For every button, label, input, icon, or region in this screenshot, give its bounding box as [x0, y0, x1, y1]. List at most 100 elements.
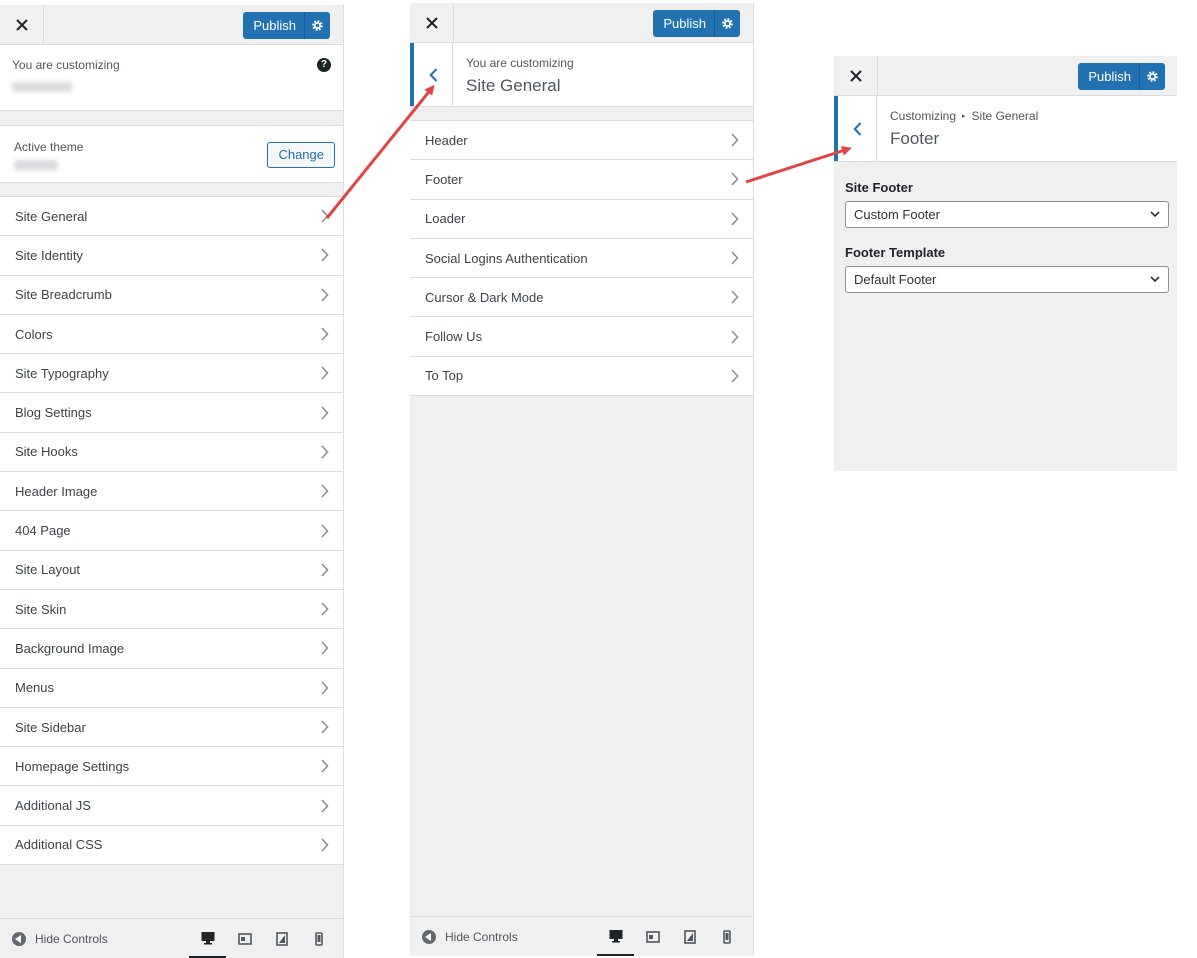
- menu-item-blog-settings[interactable]: Blog Settings: [0, 393, 343, 433]
- desktop-preview-button[interactable]: [597, 917, 634, 956]
- mobile-icon: [314, 932, 323, 946]
- close-customizer-button[interactable]: [0, 5, 44, 45]
- menu-item-site-identity[interactable]: Site Identity: [0, 236, 343, 276]
- top-bar: Publish: [0, 5, 343, 45]
- publish-settings-button[interactable]: [1139, 63, 1165, 90]
- bottom-bar: Hide Controls: [410, 916, 753, 956]
- menu-item-header[interactable]: Header: [410, 121, 753, 161]
- menu-item-header-image[interactable]: Header Image: [0, 472, 343, 512]
- tablet-portrait-preview-button[interactable]: [263, 919, 300, 958]
- menu-item-label: Site General: [15, 208, 88, 224]
- menu-item-additional-css[interactable]: Additional CSS: [0, 826, 343, 866]
- chevron-right-icon: [321, 838, 329, 852]
- menu-item-follow-us[interactable]: Follow Us: [410, 317, 753, 357]
- menu-item-label: Site Skin: [15, 601, 67, 617]
- chevron-right-icon: [321, 209, 329, 223]
- chevron-down-icon: [1150, 276, 1160, 283]
- menu-item-label: Social Logins Authentication: [425, 250, 588, 266]
- chevron-right-icon: [321, 484, 329, 498]
- footer-template-value: Default Footer: [854, 272, 937, 287]
- menu-item-site-general[interactable]: Site General: [0, 197, 343, 237]
- mobile-preview-button[interactable]: [708, 917, 745, 956]
- menu-item-label: Menus: [15, 680, 55, 696]
- top-bar: Publish: [410, 3, 753, 43]
- menu-item-background-image[interactable]: Background Image: [0, 629, 343, 669]
- mobile-preview-button[interactable]: [300, 919, 337, 958]
- arrow-to-footer: [745, 146, 852, 184]
- footer-controls: Site Footer Custom Footer Footer Templat…: [834, 162, 1177, 293]
- menu-item-site-sidebar[interactable]: Site Sidebar: [0, 708, 343, 748]
- hide-controls-label: Hide Controls: [445, 930, 518, 944]
- close-customizer-button[interactable]: [410, 3, 454, 43]
- menu-item-menus[interactable]: Menus: [0, 669, 343, 708]
- close-customizer-button[interactable]: [834, 56, 878, 96]
- menu-item-footer[interactable]: Footer: [410, 160, 753, 200]
- desktop-preview-button[interactable]: [189, 919, 226, 958]
- menu-item-label: Follow Us: [425, 329, 483, 345]
- menu-item-site-typography[interactable]: Site Typography: [0, 354, 343, 394]
- menu-item-label: Site Breadcrumb: [15, 287, 112, 303]
- footer-template-select[interactable]: Default Footer: [845, 266, 1169, 293]
- menu-item-loader[interactable]: Loader: [410, 200, 753, 239]
- change-theme-button[interactable]: Change: [267, 142, 335, 168]
- publish-settings-button[interactable]: [304, 12, 330, 39]
- menu-item-label: Site Sidebar: [15, 719, 86, 735]
- mobile-icon: [722, 930, 731, 944]
- menu-item-colors[interactable]: Colors: [0, 315, 343, 355]
- menu-item-homepage-settings[interactable]: Homepage Settings: [0, 747, 343, 787]
- gear-icon: [1147, 71, 1158, 82]
- customizing-info: You are customizing ?: [0, 45, 343, 111]
- publish-group: Publish: [1078, 63, 1165, 90]
- hide-controls-label: Hide Controls: [35, 932, 108, 946]
- breadcrumb: Customizing ▸ Site General: [890, 109, 1038, 123]
- chevron-right-icon: [731, 172, 739, 186]
- chevron-right-icon: [731, 369, 739, 383]
- footer-template-label: Footer Template: [845, 245, 946, 260]
- back-button[interactable]: [410, 43, 453, 106]
- menu-item-to-top[interactable]: To Top: [410, 357, 753, 397]
- menu-item-site-breadcrumb[interactable]: Site Breadcrumb: [0, 276, 343, 315]
- desktop-icon: [201, 931, 214, 944]
- site-footer-value: Custom Footer: [854, 207, 940, 222]
- tablet-portrait-preview-button[interactable]: [671, 917, 708, 956]
- top-bar: Publish: [834, 56, 1177, 96]
- site-footer-select[interactable]: Custom Footer: [845, 201, 1169, 228]
- menu-item-label: Header: [425, 132, 468, 148]
- menu-item-site-hooks[interactable]: Site Hooks: [0, 433, 343, 473]
- menu-item-label: Header Image: [15, 483, 98, 499]
- menu-item-label: Site Hooks: [15, 444, 78, 460]
- menu-item-cursor-and-dark-mode[interactable]: Cursor & Dark Mode: [410, 278, 753, 318]
- menu-item-additional-js[interactable]: Additional JS: [0, 786, 343, 826]
- menu-item-404-page[interactable]: 404 Page: [0, 511, 343, 551]
- menu-item-label: Background Image: [15, 640, 125, 656]
- customizing-label: You are customizing: [12, 58, 120, 72]
- back-button[interactable]: [834, 96, 877, 161]
- device-preview-switcher: [597, 917, 745, 956]
- menu-item-site-layout[interactable]: Site Layout: [0, 551, 343, 590]
- menu-item-label: Blog Settings: [15, 405, 92, 421]
- customizing-label: You are customizing: [466, 56, 574, 70]
- chevron-right-icon: [321, 288, 329, 302]
- publish-settings-button[interactable]: [714, 10, 740, 37]
- tablet-landscape-preview-button[interactable]: [226, 919, 263, 958]
- help-icon[interactable]: ?: [317, 58, 331, 72]
- hide-controls-button[interactable]: Hide Controls: [12, 932, 108, 946]
- chevron-left-icon: [852, 121, 861, 136]
- publish-group: Publish: [243, 12, 330, 39]
- customizer-panel-footer: Publish Customizing ▸ Site General Foote…: [834, 56, 1177, 471]
- desktop-icon: [609, 929, 622, 942]
- chevron-right-icon: [321, 523, 329, 538]
- chevron-right-icon: [321, 406, 329, 420]
- menu-item-site-skin[interactable]: Site Skin: [0, 590, 343, 630]
- publish-button[interactable]: Publish: [243, 12, 304, 39]
- publish-button[interactable]: Publish: [1078, 63, 1139, 90]
- menu-item-social-logins-authentication[interactable]: Social Logins Authentication: [410, 239, 753, 279]
- tablet-landscape-preview-button[interactable]: [634, 917, 671, 956]
- bottom-bar: Hide Controls: [0, 918, 343, 958]
- menu-item-label: Additional CSS: [15, 837, 103, 853]
- chevron-right-icon: [321, 445, 329, 459]
- section-title: Footer: [890, 129, 940, 148]
- breadcrumb-root: Customizing: [890, 109, 957, 123]
- publish-button[interactable]: Publish: [653, 10, 714, 37]
- hide-controls-button[interactable]: Hide Controls: [422, 930, 518, 944]
